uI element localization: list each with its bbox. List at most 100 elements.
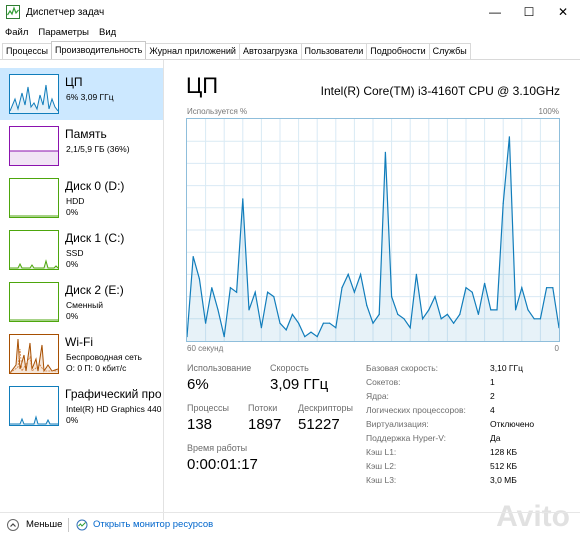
- threads-value: 1897: [248, 416, 282, 433]
- cpu-usage-point: [310, 331, 312, 333]
- cpu-usage-point: [409, 327, 411, 329]
- disk-2-thumbnail: [9, 282, 59, 322]
- spec-logical-value: 4: [490, 405, 495, 415]
- cpu-usage-point: [384, 151, 386, 153]
- cpu-usage-point: [192, 256, 194, 258]
- cpu-usage-point: [552, 287, 554, 289]
- cpu-usage-point: [527, 309, 529, 311]
- minimize-button[interactable]: —: [478, 0, 512, 24]
- sidebar-item-disk-0[interactable]: Диск 0 (D:) HDD 0%: [0, 172, 163, 224]
- graph-x-label: 60 секунд: [187, 344, 224, 353]
- graph-y-label: Используется %: [187, 107, 248, 116]
- spec-l1-value: 128 КБ: [490, 447, 518, 457]
- cpu-usage-point: [378, 313, 380, 315]
- footer-bar: Меньше Открыть монитор ресурсов: [0, 512, 580, 538]
- cpu-usage-point: [502, 202, 504, 204]
- cpu-usage-point: [248, 309, 250, 311]
- cpu-usage-point: [229, 287, 231, 289]
- sidebar-item-detail: 0%: [66, 415, 79, 425]
- cpu-usage-point: [415, 273, 417, 275]
- spec-virtualization-label: Виртуализация:: [366, 419, 429, 429]
- graph-y-max-label: 100%: [538, 107, 559, 116]
- close-button[interactable]: ✕: [546, 0, 580, 24]
- sidebar-item-wifi[interactable]: Wi-Fi Беспроводная сеть О: 0 П: 0 кбит/с: [0, 328, 163, 380]
- tab-startup[interactable]: Автозагрузка: [238, 43, 302, 59]
- cpu-usage-point: [205, 322, 207, 324]
- tab-details[interactable]: Подробности: [366, 43, 430, 59]
- tab-performance[interactable]: Производительность: [51, 41, 147, 59]
- cpu-usage-point: [428, 309, 430, 311]
- cpu-usage-point: [546, 287, 548, 289]
- sidebar-item-disk-2[interactable]: Диск 2 (E:) Сменный 0%: [0, 276, 163, 328]
- cpu-usage-point: [521, 287, 523, 289]
- cpu-usage-point: [267, 291, 269, 293]
- cpu-usage-point: [260, 327, 262, 329]
- sidebar-item-cpu[interactable]: ЦП 6% 3,09 ГГц: [0, 68, 163, 120]
- sidebar-item-gpu[interactable]: Графический про Intel(R) HD Graphics 440…: [0, 380, 163, 432]
- cpu-usage-point: [242, 198, 244, 200]
- spec-l2-label: Кэш L2:: [366, 461, 397, 471]
- cpu-usage-point: [490, 309, 492, 311]
- window-title: Диспетчер задач: [26, 6, 105, 18]
- tab-services[interactable]: Службы: [428, 43, 471, 59]
- sidebar-item-title: Память: [65, 127, 107, 141]
- fewer-details-button[interactable]: Меньше: [26, 519, 62, 530]
- cpu-usage-point: [347, 273, 349, 275]
- title-bar: Диспетчер задач — ☐ ✕: [0, 0, 580, 24]
- cpu-model-name: Intel(R) Core(TM) i3-4160T CPU @ 3.10GHz: [320, 84, 560, 98]
- sidebar-item-title: Диск 2 (E:): [65, 283, 124, 297]
- cpu-usage-point: [254, 291, 256, 293]
- cpu-thumbnail: [9, 74, 59, 114]
- menu-view[interactable]: Вид: [94, 25, 121, 41]
- cpu-usage-point: [372, 322, 374, 324]
- sidebar-item-title: Диск 1 (C:): [65, 231, 125, 245]
- resource-list: ЦП 6% 3,09 ГГц Память 2,1/5,9 ГБ (36%) Д…: [0, 60, 164, 520]
- cpu-usage-point: [465, 287, 467, 289]
- sidebar-item-detail: Сменный: [66, 300, 103, 310]
- maximize-button[interactable]: ☐: [512, 0, 546, 24]
- spec-l3-value: 3,0 МБ: [490, 475, 517, 485]
- page-title: ЦП: [186, 73, 219, 98]
- sidebar-item-detail: Беспроводная сеть: [66, 352, 142, 362]
- cpu-usage-point: [484, 282, 486, 284]
- cpu-usage-point: [515, 309, 517, 311]
- wifi-thumbnail: [9, 334, 59, 374]
- tab-users[interactable]: Пользователи: [300, 43, 368, 59]
- sidebar-item-detail: 0%: [66, 259, 79, 269]
- cpu-usage-point: [217, 309, 219, 311]
- cpu-usage-point: [341, 287, 343, 289]
- cpu-usage-point: [211, 287, 213, 289]
- threads-label: Потоки: [248, 403, 278, 413]
- menu-file[interactable]: Файл: [0, 25, 33, 41]
- sidebar-item-title: ЦП: [65, 75, 83, 89]
- menu-options[interactable]: Параметры: [33, 25, 94, 41]
- uptime-label: Время работы: [187, 443, 248, 453]
- open-resource-monitor-link[interactable]: Открыть монитор ресурсов: [93, 519, 213, 530]
- chevron-up-icon[interactable]: [7, 519, 19, 531]
- spec-l1-label: Кэш L1:: [366, 447, 397, 457]
- cpu-usage-point: [236, 291, 238, 293]
- usage-label: Использование: [187, 363, 252, 373]
- spec-sockets-value: 1: [490, 377, 495, 387]
- sidebar-item-title: Wi-Fi: [65, 335, 93, 349]
- sidebar-item-disk-1[interactable]: Диск 1 (C:) SSD 0%: [0, 224, 163, 276]
- tab-app-history[interactable]: Журнал приложений: [145, 43, 240, 59]
- sidebar-item-memory[interactable]: Память 2,1/5,9 ГБ (36%): [0, 120, 163, 172]
- sidebar-item-detail: 0%: [66, 311, 79, 321]
- disk-0-thumbnail: [9, 178, 59, 218]
- sidebar-item-detail: 2,1/5,9 ГБ (36%): [66, 144, 130, 154]
- usage-value: 6%: [187, 376, 209, 393]
- cpu-usage-point: [403, 318, 405, 320]
- cpu-usage-point: [508, 136, 510, 138]
- processes-label: Процессы: [187, 403, 230, 413]
- cpu-usage-point: [471, 291, 473, 293]
- sidebar-item-detail: 6% 3,09 ГГц: [66, 92, 114, 102]
- cpu-usage-point: [446, 313, 448, 315]
- cpu-usage-point: [273, 296, 275, 298]
- spec-hyperv-label: Поддержка Hyper-V:: [366, 433, 446, 443]
- gpu-thumbnail: [9, 386, 59, 426]
- sidebar-item-title: Графический про: [65, 387, 162, 401]
- cpu-usage-point: [496, 309, 498, 311]
- sidebar-item-detail: О: 0 П: 0 кбит/с: [66, 363, 127, 373]
- tab-processes[interactable]: Процессы: [2, 43, 53, 59]
